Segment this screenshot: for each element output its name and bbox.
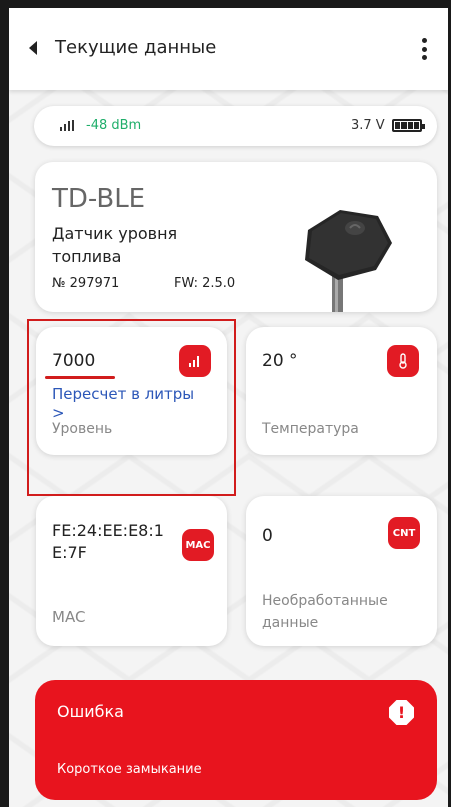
mac-badge: MAC <box>182 529 214 561</box>
thermometer-icon <box>387 345 419 377</box>
app-screen: Текущие данные -48 dBm 3.7 V TD-BLE Датч… <box>9 8 448 807</box>
signal-value: -48 dBm <box>86 118 142 133</box>
error-description: Короткое замыкание <box>57 762 202 777</box>
raw-data-label: Необработанные данные <box>262 593 388 631</box>
device-type: Датчик уровня топлива <box>52 224 178 266</box>
serial-number: № 297971 <box>52 276 120 291</box>
mac-value: FE:24:EE:E8:1E:7F <box>52 521 164 562</box>
level-highlight-frame <box>27 319 236 496</box>
top-bar: Текущие данные <box>9 8 448 90</box>
error-title: Ошибка <box>57 702 124 721</box>
cnt-badge: CNT <box>388 517 420 549</box>
fuel-sensor-image <box>305 210 392 312</box>
alert-icon: ! <box>389 700 414 725</box>
temperature-tile[interactable]: 20 ° Температура <box>246 327 437 455</box>
signal-strength-icon <box>60 120 74 131</box>
raw-data-tile[interactable]: 0 CNT Необработанные данные <box>246 496 437 646</box>
temperature-label: Температура <box>262 421 359 437</box>
battery-voltage: 3.7 V <box>351 118 385 133</box>
connection-status: -48 dBm 3.7 V <box>34 106 437 146</box>
back-arrow-icon[interactable] <box>29 41 37 55</box>
temperature-value: 20 ° <box>262 351 298 371</box>
firmware-version: FW: 2.5.0 <box>174 276 236 291</box>
level-value-underline <box>45 376 115 379</box>
mac-tile[interactable]: FE:24:EE:E8:1E:7F MAC MAC <box>36 496 227 646</box>
mac-label: MAC <box>52 608 86 626</box>
raw-data-value: 0 <box>262 526 273 546</box>
device-model: TD-BLE <box>52 184 146 214</box>
device-card[interactable]: TD-BLE Датчик уровня топлива № 297971 FW… <box>35 162 437 312</box>
error-card[interactable]: Ошибка ! Короткое замыкание <box>35 680 437 800</box>
page-title: Текущие данные <box>55 37 217 58</box>
battery-icon <box>392 119 425 132</box>
more-options-icon[interactable] <box>421 38 427 60</box>
